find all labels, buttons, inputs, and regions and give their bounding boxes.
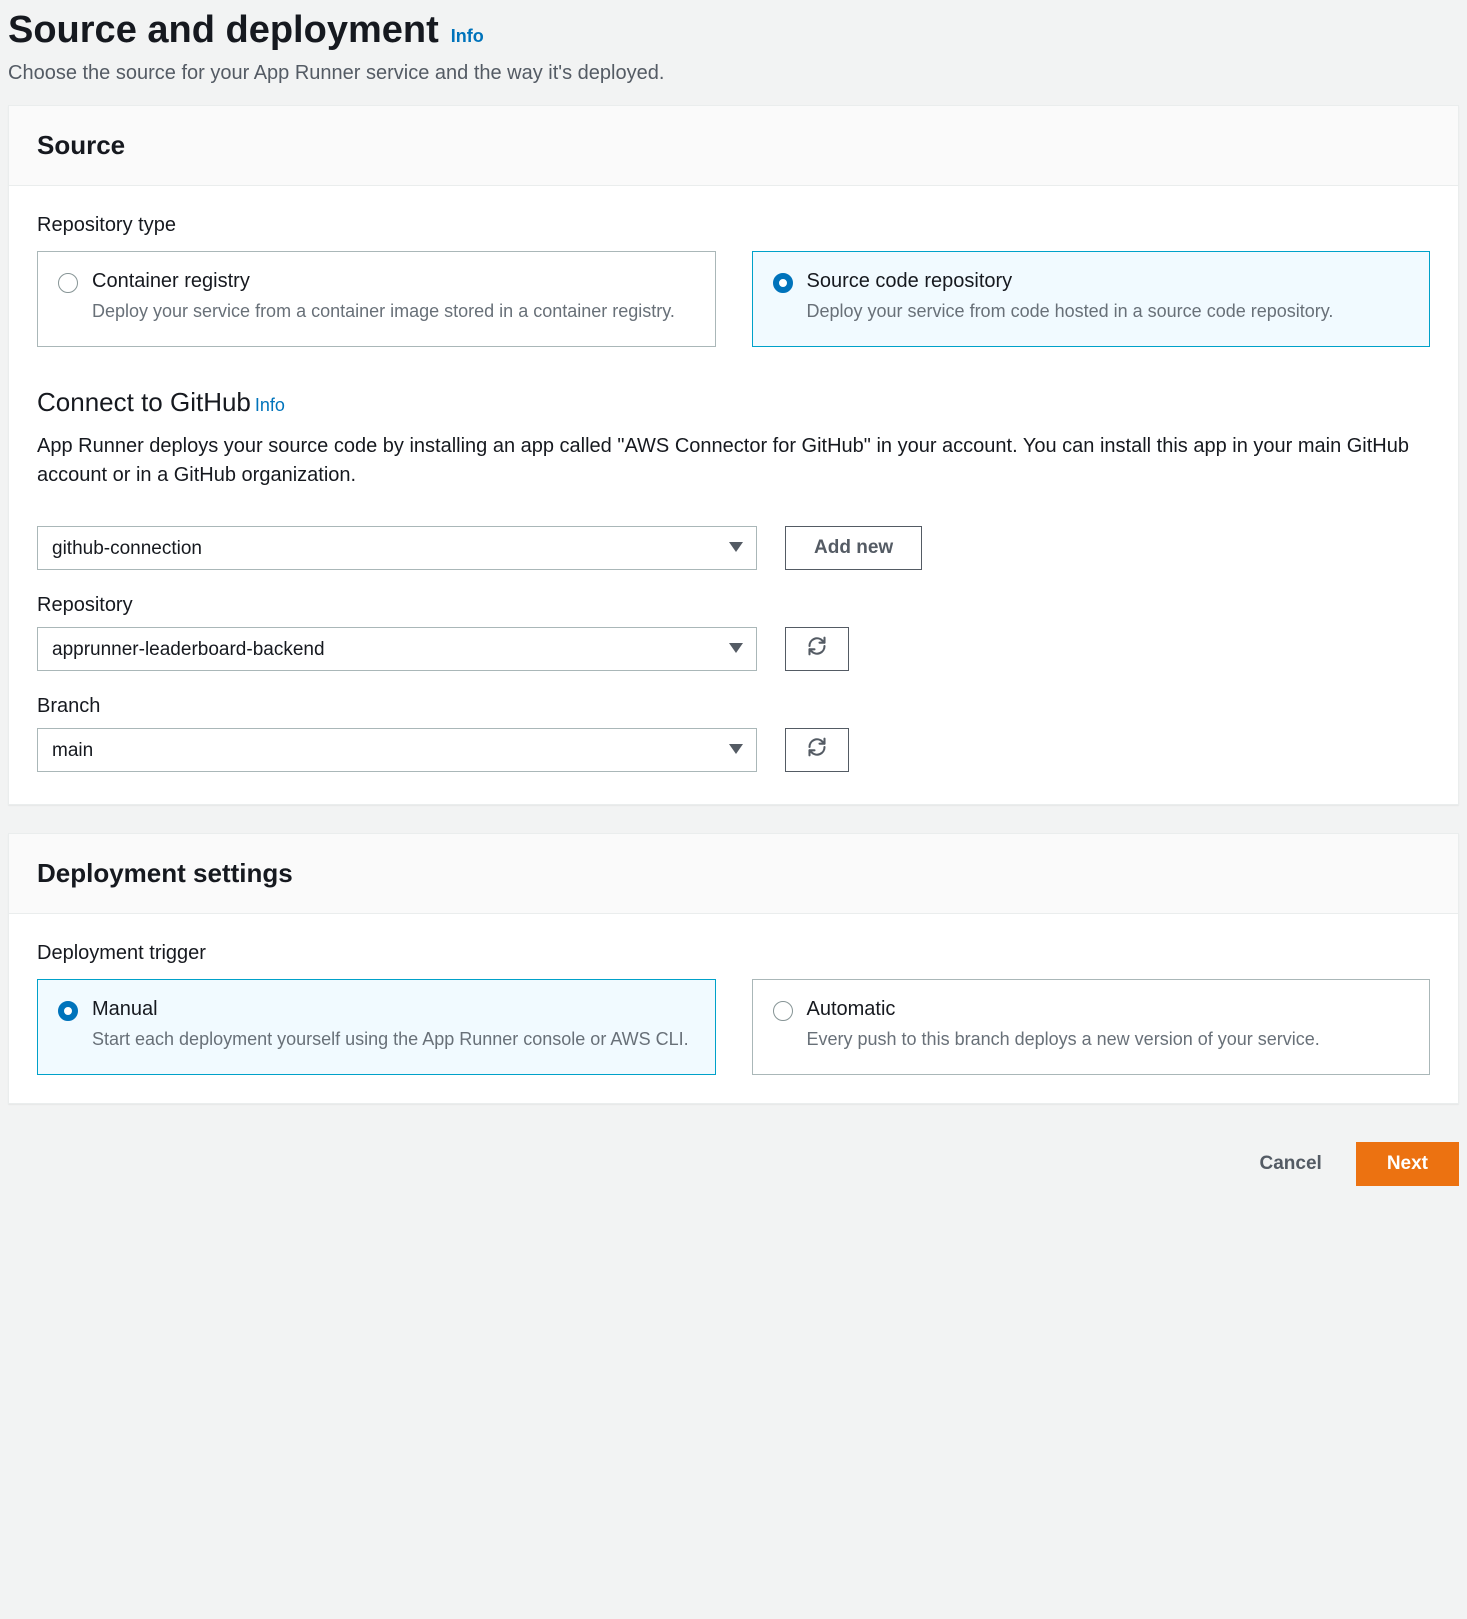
- refresh-repository-button[interactable]: [785, 627, 849, 671]
- page-subtitle: Choose the source for your App Runner se…: [8, 62, 1459, 85]
- repository-label: Repository: [37, 594, 1430, 617]
- next-button[interactable]: Next: [1356, 1142, 1459, 1186]
- github-connection-select[interactable]: github-connection: [37, 526, 757, 570]
- radio-title: Manual: [92, 998, 689, 1021]
- radio-icon: [58, 1001, 78, 1021]
- deployment-trigger-label: Deployment trigger: [37, 942, 1430, 965]
- deployment-settings-panel: Deployment settings Deployment trigger M…: [8, 833, 1459, 1104]
- panel-header: Source: [9, 106, 1458, 186]
- branch-select[interactable]: main: [37, 728, 757, 772]
- cancel-button[interactable]: Cancel: [1240, 1142, 1342, 1186]
- radio-title: Automatic: [807, 998, 1320, 1021]
- connect-github-heading: Connect to GitHub: [37, 387, 251, 418]
- radio-icon: [773, 273, 793, 293]
- radio-desc: Deploy your service from code hosted in …: [807, 299, 1334, 324]
- deployment-trigger-automatic[interactable]: Automatic Every push to this branch depl…: [752, 979, 1431, 1075]
- refresh-branch-button[interactable]: [785, 728, 849, 772]
- repo-type-container-registry[interactable]: Container registry Deploy your service f…: [37, 251, 716, 347]
- radio-icon: [773, 1001, 793, 1021]
- radio-title: Source code repository: [807, 270, 1334, 293]
- footer-actions: Cancel Next: [8, 1132, 1459, 1190]
- refresh-icon: [807, 636, 827, 661]
- deployment-trigger-manual[interactable]: Manual Start each deployment yourself us…: [37, 979, 716, 1075]
- repo-type-source-code[interactable]: Source code repository Deploy your servi…: [752, 251, 1431, 347]
- radio-desc: Start each deployment yourself using the…: [92, 1027, 689, 1052]
- connect-github-desc: App Runner deploys your source code by i…: [37, 432, 1430, 490]
- page-header: Source and deployment Info Choose the so…: [8, 8, 1459, 85]
- repository-select[interactable]: apprunner-leaderboard-backend: [37, 627, 757, 671]
- radio-desc: Deploy your service from a container ima…: [92, 299, 675, 324]
- panel-header: Deployment settings: [9, 834, 1458, 914]
- source-panel-title: Source: [37, 130, 1430, 161]
- connect-info-link[interactable]: Info: [255, 395, 285, 416]
- info-link[interactable]: Info: [451, 26, 484, 47]
- radio-title: Container registry: [92, 270, 675, 293]
- deployment-panel-title: Deployment settings: [37, 858, 1430, 889]
- add-new-button[interactable]: Add new: [785, 526, 922, 570]
- radio-icon: [58, 273, 78, 293]
- page-title: Source and deployment: [8, 8, 439, 54]
- branch-label: Branch: [37, 695, 1430, 718]
- source-panel: Source Repository type Container registr…: [8, 105, 1459, 805]
- repo-type-label: Repository type: [37, 214, 1430, 237]
- radio-desc: Every push to this branch deploys a new …: [807, 1027, 1320, 1052]
- refresh-icon: [807, 737, 827, 762]
